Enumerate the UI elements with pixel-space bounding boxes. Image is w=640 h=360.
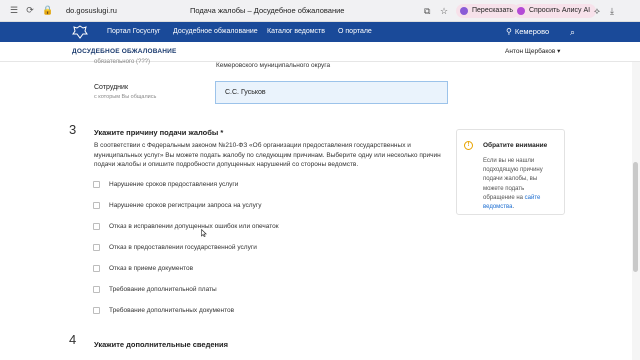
reason-option[interactable]: Отказ в предоставлении государственной у… <box>93 241 257 253</box>
translate-button[interactable]: Пересказать <box>456 4 520 18</box>
reason-option[interactable]: Нарушение сроков регистрации запроса на … <box>93 199 261 211</box>
portal-header: Портал Госуслуг Досудебное обжалование К… <box>0 22 640 42</box>
menu-icon[interactable]: ☰ <box>6 0 22 22</box>
checkbox[interactable] <box>93 201 100 209</box>
mouse-cursor-icon <box>201 229 207 237</box>
reload-icon[interactable]: ⟳ <box>22 0 38 22</box>
reason-option[interactable]: Требование дополнительной платы <box>93 283 217 295</box>
search-icon[interactable]: ⌕ <box>570 22 575 42</box>
step-number-3: 3 <box>69 122 77 137</box>
nav-portal-gosuslug[interactable]: Портал Госуслуг <box>107 22 161 42</box>
translate-icon <box>460 7 468 15</box>
field-value-cut: Кемеровского муниципального округа <box>216 62 331 69</box>
download-icon[interactable]: ⤓ <box>610 0 614 22</box>
reason-option[interactable]: Нарушение сроков предоставления услуги <box>93 178 238 190</box>
checkbox[interactable] <box>93 285 100 293</box>
reason-option[interactable]: Отказ в приеме документов <box>93 262 193 274</box>
checkbox[interactable] <box>93 306 100 314</box>
employee-label: Сотрудник <box>94 84 129 91</box>
user-menu[interactable]: Антон Щербаков ▾ <box>505 42 560 62</box>
scrollbar-thumb[interactable] <box>633 162 638 272</box>
location-selector[interactable]: ⚲ Кемерово <box>506 22 549 42</box>
nav-katalog[interactable]: Каталог ведомств <box>267 22 325 42</box>
alice-icon <box>517 7 525 15</box>
location-pin-icon: ⚲ <box>506 27 512 36</box>
step-title-additional: Укажите дополнительные сведения <box>94 340 229 349</box>
browser-toolbar: ☰ ⟳ 🔒 do.gosuslugi.ru Подача жалобы – До… <box>0 0 640 22</box>
scrollbar[interactable] <box>632 62 640 360</box>
nav-o-portale[interactable]: О портале <box>338 22 372 42</box>
address-bar[interactable]: do.gosuslugi.ru <box>66 0 117 22</box>
alice-button[interactable]: Спросить Алису AI <box>513 4 597 18</box>
step-description: В соответствии с Федеральным законом №21… <box>94 142 441 168</box>
tab-title: Подача жалобы – Досудебное обжалование <box>190 6 345 15</box>
warning-icon: ! <box>464 141 473 150</box>
step-number-4: 4 <box>69 332 77 347</box>
attention-card: ! Обратите внимание Если вы не нашли под… <box>456 129 565 215</box>
emblem-icon <box>72 25 88 39</box>
field-label-cut: обязательного (???) <box>94 59 151 65</box>
reason-option[interactable]: Отказ в исправлении допущенных ошибок ил… <box>93 220 279 232</box>
attention-text: Если вы не нашли подходящую причину пода… <box>483 158 543 211</box>
step-title-reason: Укажите причину подачи жалобы * <box>94 128 224 137</box>
employee-sublabel: с которым Вы общались <box>94 94 157 100</box>
attention-title: Обратите внимание <box>483 142 548 149</box>
employee-input[interactable]: С.С. Гуськов <box>215 81 448 104</box>
checkbox[interactable] <box>93 222 100 230</box>
bookmarks-icon[interactable]: ⧉ <box>424 0 430 22</box>
checkbox[interactable] <box>93 180 100 188</box>
nav-dosudebnoe[interactable]: Досудебное обжалование <box>173 22 258 42</box>
checkbox[interactable] <box>93 243 100 251</box>
lock-icon: 🔒 <box>42 5 54 15</box>
checkbox[interactable] <box>93 264 100 272</box>
bookmark-star-icon[interactable]: ☆ <box>440 0 448 22</box>
extensions-icon[interactable]: ⟡ <box>594 0 600 22</box>
reason-option[interactable]: Требование дополнительных документов <box>93 304 234 316</box>
